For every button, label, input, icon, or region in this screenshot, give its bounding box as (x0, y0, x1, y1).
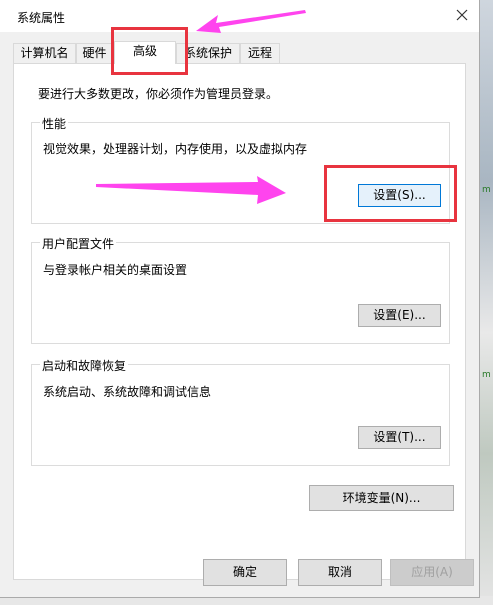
arrow-to-advanced-tab (196, 10, 306, 33)
tab-advanced[interactable]: 高级 (114, 41, 176, 64)
annotation-arrows (96, 10, 306, 204)
arrow-to-performance-settings (96, 176, 286, 204)
